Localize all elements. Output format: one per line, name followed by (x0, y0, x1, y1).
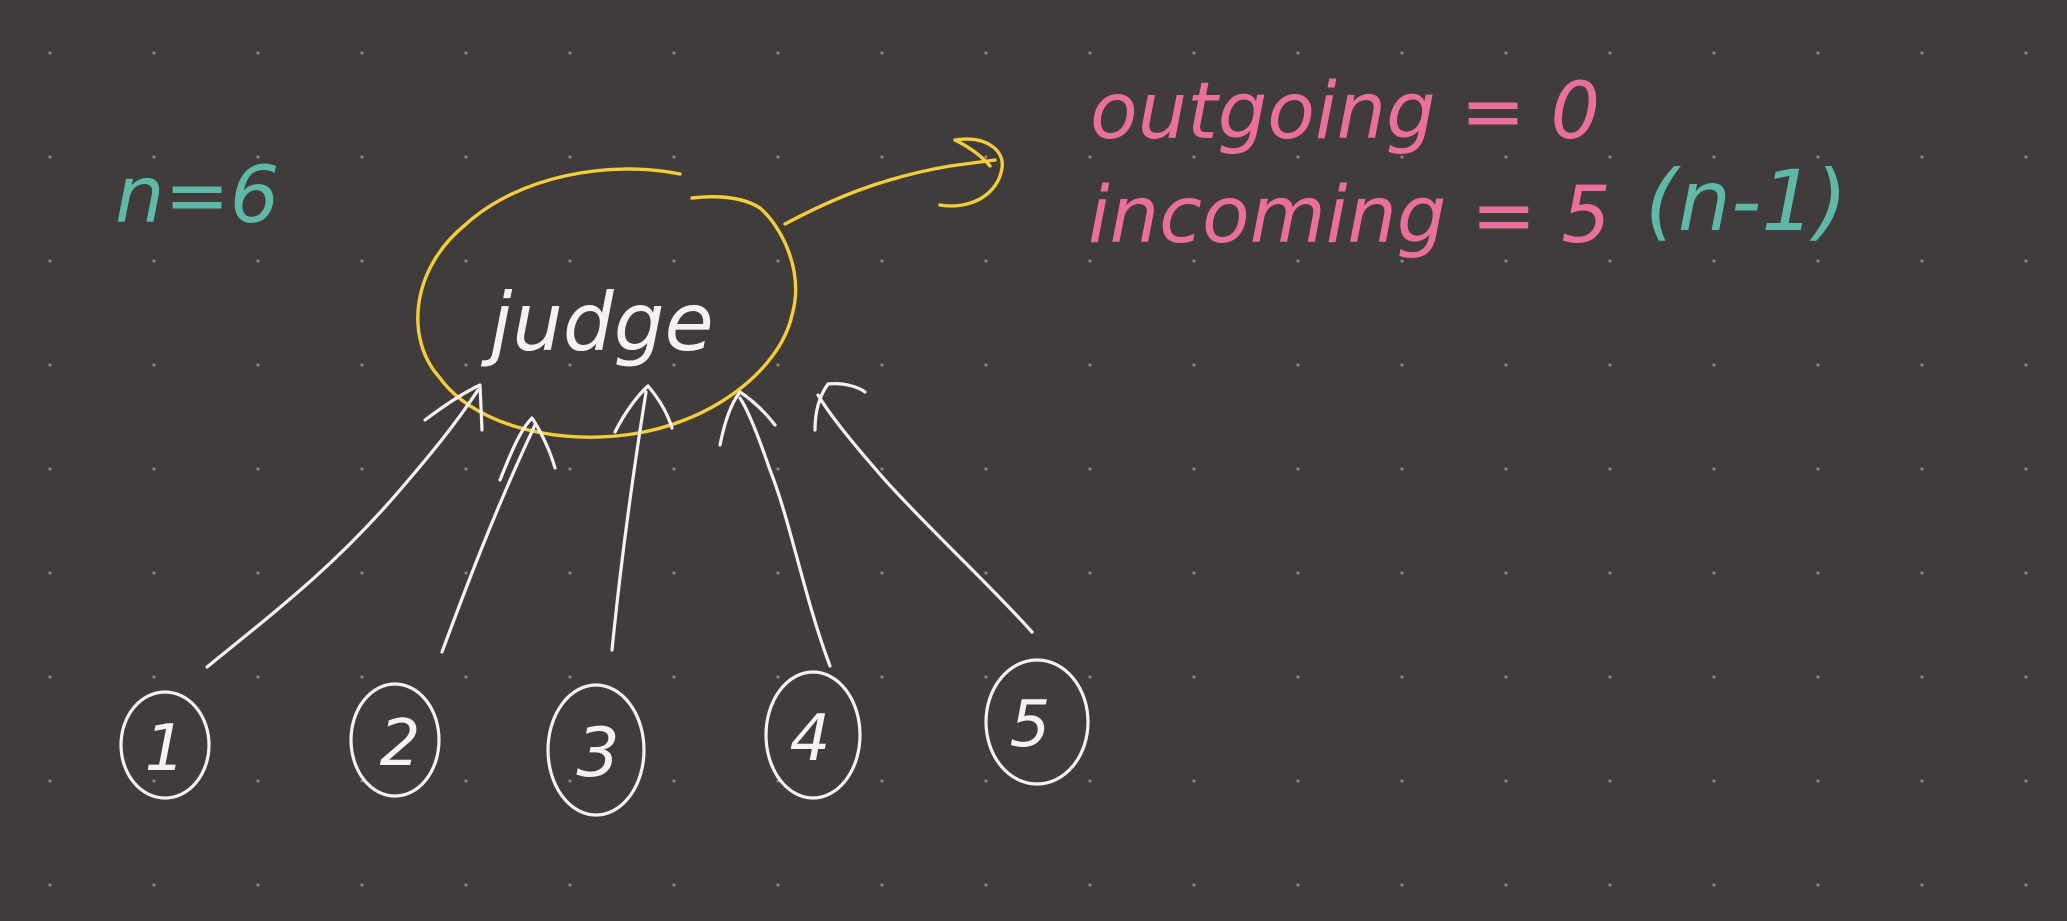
node-3: 3 (546, 683, 646, 817)
outgoing-equation: outgoing = 0 (1090, 67, 1600, 157)
incoming-arrows (205, 382, 1034, 669)
arrowhead-4 (718, 390, 777, 447)
arrow-from-node-1 (205, 388, 480, 669)
arrow-from-node-2 (440, 423, 537, 654)
node-5-label: 5 (1010, 688, 1051, 762)
outgoing-arrowhead (938, 137, 1004, 208)
judge-label: judge (480, 276, 714, 369)
node-2-label: 2 (380, 707, 421, 781)
incoming-equation: incoming = 5 (1088, 171, 1611, 261)
arrowhead-2 (498, 416, 557, 482)
node-4: 4 (764, 670, 862, 800)
arrow-from-node-5 (816, 393, 1034, 634)
node-1: 1 (119, 690, 211, 800)
node-3-label: 3 (576, 714, 619, 793)
n-minus-one-label: (n-1) (1645, 152, 1848, 250)
node-2: 2 (349, 682, 441, 798)
whiteboard-canvas[interactable]: n=6 judge outgoing = 0 incoming = 5 (n-1… (0, 0, 2067, 921)
outgoing-arrow (783, 158, 997, 226)
n-equals-label: n=6 (115, 151, 279, 241)
arrowhead-5 (813, 382, 867, 432)
node-4-label: 4 (790, 702, 831, 776)
diagram-svg: n=6 judge outgoing = 0 incoming = 5 (n-1… (115, 67, 1848, 817)
node-1-label: 1 (145, 712, 186, 786)
node-5: 5 (984, 658, 1090, 786)
arrow-from-node-4 (738, 396, 832, 668)
